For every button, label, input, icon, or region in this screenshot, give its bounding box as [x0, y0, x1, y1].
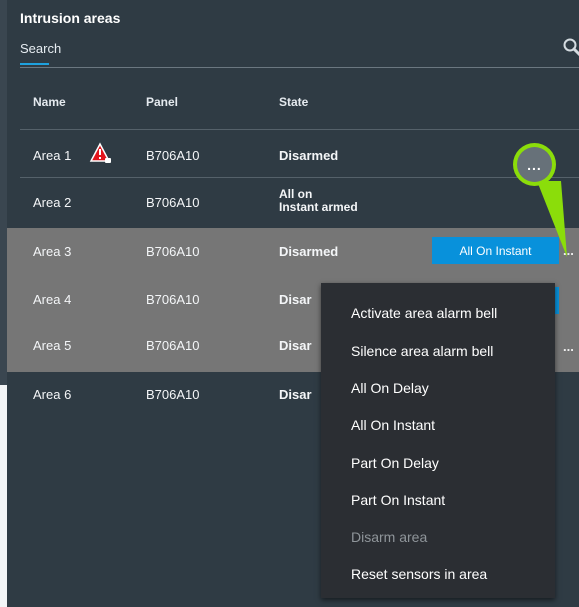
more-options-icon[interactable]: ... — [517, 147, 552, 182]
menu-item-activate-alarm-bell[interactable]: Activate area alarm bell — [351, 305, 497, 321]
callout-pointer — [537, 181, 567, 257]
area-state: Disar — [279, 338, 312, 353]
area-name: Area 3 — [33, 244, 72, 259]
more-options-callout: ... — [513, 143, 556, 186]
area-state: Disarmed — [279, 244, 339, 259]
menu-item-all-on-instant[interactable]: All On Instant — [351, 417, 435, 433]
warning-icon — [89, 142, 111, 163]
menu-item-part-on-instant[interactable]: Part On Instant — [351, 492, 445, 508]
search-icon[interactable] — [562, 37, 579, 57]
area-panel: B706A10 — [146, 387, 200, 402]
menu-item-disarm-area: Disarm area — [351, 529, 428, 545]
column-header-state[interactable]: State — [279, 95, 308, 109]
area-state: All on Instant armed — [279, 188, 358, 214]
column-header-panel[interactable]: Panel — [146, 95, 178, 109]
context-menu: Activate area alarm bell Silence area al… — [321, 283, 555, 598]
area-name: Area 6 — [33, 387, 72, 402]
menu-item-all-on-delay[interactable]: All On Delay — [351, 380, 429, 396]
search-input[interactable]: Search — [20, 41, 61, 56]
search-focus-underline — [20, 63, 49, 65]
area-name: Area 1 — [33, 148, 72, 163]
area-name: Area 2 — [33, 195, 72, 210]
area-state: Disarmed — [279, 148, 339, 163]
area-panel: B706A10 — [146, 148, 200, 163]
area-panel: B706A10 — [146, 292, 200, 307]
area-panel: B706A10 — [146, 338, 200, 353]
area-state: Disar — [279, 292, 312, 307]
area-name: Area 5 — [33, 338, 72, 353]
table-row[interactable]: Area 2 B706A10 All on Instant armed — [7, 178, 579, 227]
area-name: Area 4 — [33, 292, 72, 307]
area-state-line2: Instant armed — [279, 200, 358, 214]
menu-item-part-on-delay[interactable]: Part On Delay — [351, 455, 439, 471]
area-panel: B706A10 — [146, 244, 200, 259]
table-header: Name Panel State — [7, 82, 579, 128]
row-more-button[interactable]: ... — [563, 339, 574, 354]
menu-item-silence-alarm-bell[interactable]: Silence area alarm bell — [351, 343, 493, 359]
area-state: Disar — [279, 387, 312, 402]
search-divider — [20, 67, 579, 68]
area-panel: B706A10 — [146, 195, 200, 210]
page-title: Intrusion areas — [20, 10, 121, 26]
column-header-name[interactable]: Name — [33, 95, 66, 109]
menu-item-reset-sensors[interactable]: Reset sensors in area — [351, 566, 487, 582]
